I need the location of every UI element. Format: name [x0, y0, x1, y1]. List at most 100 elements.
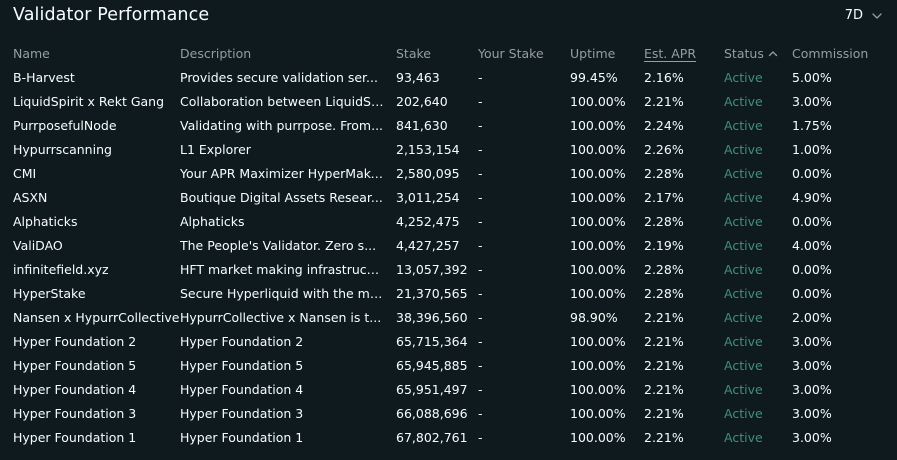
validator-commission: 3.00%: [792, 93, 832, 109]
validator-stake: 65,945,885: [396, 357, 468, 373]
validator-name: Hyper Foundation 2: [13, 333, 137, 349]
validator-commission: 3.00%: [792, 357, 832, 373]
validator-your-stake: -: [478, 141, 483, 157]
validator-status: Active: [724, 357, 763, 373]
validator-your-stake: -: [478, 69, 483, 85]
table-row[interactable]: HyperStake Secure Hyperliquid with the mo…: [0, 281, 897, 305]
table-row[interactable]: Hyper Foundation 3 Hyper Foundation 3 66,0…: [0, 401, 897, 425]
validator-description: HFT market making infrastructu...: [180, 261, 392, 277]
validator-status: Active: [724, 117, 763, 133]
table-row[interactable]: Hyper Foundation 5 Hyper Foundation 5 65,9…: [0, 353, 897, 377]
validator-table: Name Description Stake Your Stake Uptime…: [0, 42, 897, 449]
validator-commission: 5.00%: [792, 69, 832, 85]
column-header-est-apr[interactable]: Est. APR: [644, 42, 724, 65]
validator-your-stake: -: [478, 165, 483, 181]
validator-description: Hyper Foundation 4: [180, 381, 304, 397]
validator-apr: 2.21%: [644, 405, 684, 421]
validator-stake: 38,396,560: [396, 309, 468, 325]
validator-status: Active: [724, 141, 763, 157]
validator-stake: 65,951,497: [396, 381, 468, 397]
caret-up-icon: [768, 50, 777, 56]
validator-your-stake: -: [478, 381, 483, 397]
validator-apr: 2.21%: [644, 333, 684, 349]
validator-stake: 202,640: [396, 93, 448, 109]
panel-title: Validator Performance: [13, 5, 210, 25]
validator-uptime: 100.00%: [570, 237, 626, 253]
validator-description: Provides secure validation ser...: [180, 69, 378, 85]
est-apr-label[interactable]: Est. APR: [644, 46, 696, 61]
validator-uptime: 100.00%: [570, 261, 626, 277]
period-dropdown[interactable]: 7D: [845, 8, 883, 23]
validator-your-stake: -: [478, 213, 483, 229]
validator-commission: 0.00%: [792, 261, 832, 277]
validator-status: Active: [724, 309, 763, 325]
validator-uptime: 100.00%: [570, 381, 626, 397]
validator-stake: 13,057,392: [396, 261, 468, 277]
validator-name: CMI: [13, 165, 37, 181]
table-row[interactable]: ValiDAO The People's Validator. Zero s...…: [0, 233, 897, 257]
validator-name: ValiDAO: [13, 237, 63, 253]
validator-stake: 93,463: [396, 69, 440, 85]
validator-your-stake: -: [478, 429, 483, 445]
table-row[interactable]: PurrposefulNode Validating with purrpose.…: [0, 113, 897, 137]
column-header-uptime[interactable]: Uptime: [570, 42, 644, 65]
validator-rows: B-Harvest Provides secure validation ser.…: [0, 65, 897, 449]
validator-name: Hypurrscanning: [13, 141, 112, 157]
validator-your-stake: -: [478, 237, 483, 253]
validator-uptime: 99.45%: [570, 69, 618, 85]
validator-stake: 66,088,696: [396, 405, 468, 421]
validator-uptime: 100.00%: [570, 357, 626, 373]
validator-commission: 3.00%: [792, 429, 832, 445]
validator-commission: 4.90%: [792, 189, 832, 205]
validator-your-stake: -: [478, 117, 483, 133]
period-label: 7D: [844, 8, 863, 23]
table-row[interactable]: Nansen x HypurrCollective HypurrCollectiv…: [0, 305, 897, 329]
validator-uptime: 100.00%: [570, 189, 626, 205]
validator-status: Active: [724, 165, 763, 181]
validator-description: Hyper Foundation 1: [180, 429, 304, 445]
validator-commission: 2.00%: [792, 309, 832, 325]
column-header-commission[interactable]: Commission: [792, 42, 897, 65]
column-header-stake[interactable]: Stake: [396, 42, 478, 65]
validator-stake: 4,427,257: [396, 237, 460, 253]
validator-stake: 3,011,254: [396, 189, 460, 205]
validator-uptime: 100.00%: [570, 405, 626, 421]
validator-status: Active: [724, 285, 763, 301]
validator-apr: 2.16%: [644, 69, 684, 85]
validator-your-stake: -: [478, 189, 483, 205]
panel-header: Validator Performance 7D: [0, 0, 897, 36]
table-row[interactable]: Hypurrscanning L1 Explorer 2,153,154 - 100.0…: [0, 137, 897, 161]
validator-status: Active: [724, 189, 763, 205]
table-row[interactable]: Hyper Foundation 2 Hyper Foundation 2 65,7…: [0, 329, 897, 353]
validator-status: Active: [724, 93, 763, 109]
table-row[interactable]: Alphaticks Alphaticks 4,252,475 - 100.00% 2.2…: [0, 209, 897, 233]
validator-name: infinitefield.xyz: [13, 261, 109, 277]
validator-apr: 2.28%: [644, 213, 684, 229]
table-row[interactable]: infinitefield.xyz HFT market making infra…: [0, 257, 897, 281]
validator-status: Active: [724, 69, 763, 85]
table-header-row: Name Description Stake Your Stake Uptime…: [0, 42, 897, 65]
validator-apr: 2.17%: [644, 189, 684, 205]
validator-name: LiquidSpirit x Rekt Gang: [13, 93, 165, 109]
validator-description: HypurrCollective x Nansen is t...: [180, 309, 382, 325]
column-header-your-stake[interactable]: Your Stake: [478, 42, 570, 65]
table-row[interactable]: CMI Your APR Maximizer HyperMaker.... 2,58…: [0, 161, 897, 185]
column-header-name[interactable]: Name: [0, 42, 180, 65]
validator-your-stake: -: [478, 93, 483, 109]
column-header-description[interactable]: Description: [180, 42, 396, 65]
column-header-status[interactable]: Status: [724, 42, 792, 65]
validator-stake: 2,153,154: [396, 141, 460, 157]
status-sort-toggle[interactable]: Status: [724, 46, 778, 61]
table-row[interactable]: B-Harvest Provides secure validation ser.…: [0, 65, 897, 89]
validator-apr: 2.24%: [644, 117, 684, 133]
table-row[interactable]: ASXN Boutique Digital Assets Resear... 3,0…: [0, 185, 897, 209]
validator-apr: 2.21%: [644, 429, 684, 445]
validator-uptime: 100.00%: [570, 141, 626, 157]
validator-your-stake: -: [478, 309, 483, 325]
table-row[interactable]: Hyper Foundation 1 Hyper Foundation 1 67,8…: [0, 425, 897, 449]
table-row[interactable]: Hyper Foundation 4 Hyper Foundation 4 65,9…: [0, 377, 897, 401]
validator-apr: 2.21%: [644, 357, 684, 373]
validator-commission: 0.00%: [792, 213, 832, 229]
validator-description: Your APR Maximizer HyperMaker....: [180, 165, 396, 181]
table-row[interactable]: LiquidSpirit x Rekt Gang Collaboration be…: [0, 89, 897, 113]
